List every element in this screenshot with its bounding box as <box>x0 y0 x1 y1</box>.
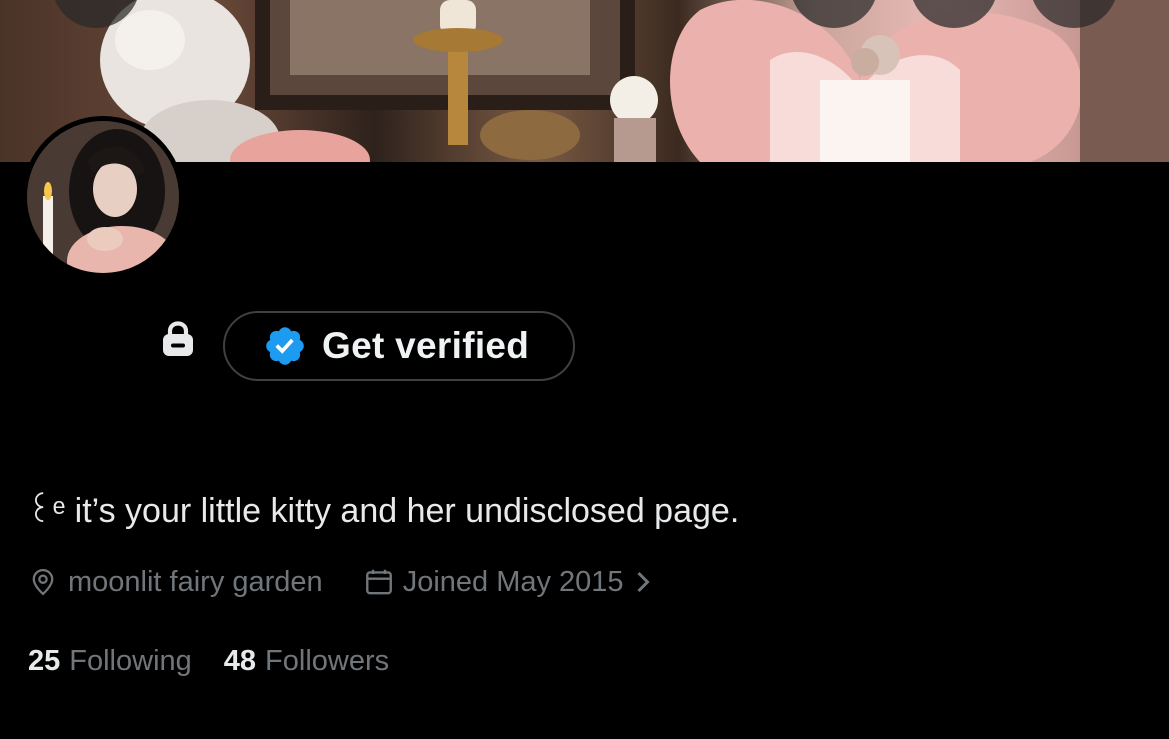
profile-avatar[interactable] <box>22 116 184 278</box>
banner-artwork <box>100 0 1169 162</box>
joined-text: Joined May 2015 <box>402 565 624 598</box>
follow-stats: 25 Following 48 Followers <box>28 645 389 678</box>
get-verified-label: Get verified <box>322 325 530 366</box>
get-verified-button[interactable]: Get verified <box>223 311 575 381</box>
profile-joined-date[interactable]: Joined May 2015 <box>363 566 660 599</box>
location-pin-icon <box>32 568 54 596</box>
following-link[interactable]: 25 Following <box>28 645 192 678</box>
verified-badge-icon <box>266 327 304 365</box>
followers-link[interactable]: 48 Followers <box>224 645 389 678</box>
profile-meta-row: moonlit fairy garden Joined May 2015 <box>28 560 660 604</box>
location-text: moonlit fairy garden <box>68 565 323 598</box>
following-count: 25 <box>28 645 61 677</box>
calendar-icon <box>365 569 392 595</box>
profile-bio: ꒰ᵉ it’s your little kitty and her undisc… <box>26 492 740 530</box>
following-label: Following <box>69 645 192 677</box>
followers-count: 48 <box>223 645 257 677</box>
profile-banner-image[interactable] <box>0 0 1169 162</box>
chevron-right-icon <box>637 571 650 593</box>
profile-location: moonlit fairy garden <box>28 566 323 599</box>
lock-icon <box>163 321 193 356</box>
avatar-photo <box>27 121 179 273</box>
followers-label: Followers <box>265 645 390 677</box>
